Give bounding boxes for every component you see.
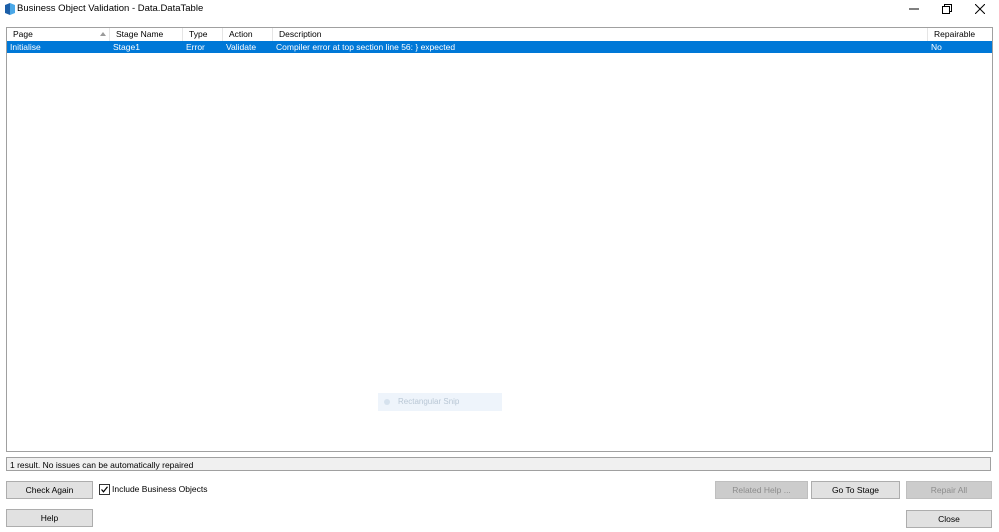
status-bar: 1 result. No issues can be automatically… xyxy=(6,457,991,471)
app-logo-icon xyxy=(4,3,16,15)
rectangular-snip-overlay: Rectangular Snip xyxy=(378,393,502,411)
go-to-stage-button[interactable]: Go To Stage xyxy=(811,481,900,499)
minimize-icon xyxy=(909,8,919,10)
cell-stage-name: Stage1 xyxy=(113,42,140,52)
restore-icon xyxy=(942,4,952,14)
close-window-button[interactable] xyxy=(963,0,997,18)
cell-type: Error xyxy=(186,42,205,52)
column-header-repairable[interactable]: Repairable xyxy=(928,28,992,41)
include-business-objects-checkbox[interactable] xyxy=(99,484,110,495)
column-header-description[interactable]: Description xyxy=(273,28,928,41)
include-business-objects-label: Include Business Objects xyxy=(112,484,208,494)
snip-label: Rectangular Snip xyxy=(398,397,460,406)
cell-repairable: No xyxy=(931,42,942,52)
checkmark-icon xyxy=(101,486,108,493)
window-title: Business Object Validation - Data.DataTa… xyxy=(17,3,204,14)
sort-ascending-icon xyxy=(100,32,106,36)
column-header-page[interactable]: Page xyxy=(7,28,110,41)
close-icon xyxy=(975,4,985,14)
cell-page: Initialise xyxy=(10,42,41,52)
help-button[interactable]: Help xyxy=(6,509,93,527)
related-help-button[interactable]: Related Help ... xyxy=(715,481,808,499)
table-row[interactable]: Initialise Stage1 Error Validate Compile… xyxy=(7,41,992,53)
restore-button[interactable] xyxy=(930,0,964,18)
check-again-button[interactable]: Check Again xyxy=(6,481,93,499)
validation-results-list[interactable]: Page Stage Name Type Action Description … xyxy=(6,27,993,452)
minimize-button[interactable] xyxy=(897,0,931,18)
snip-icon xyxy=(384,399,390,405)
repair-all-button[interactable]: Repair All xyxy=(906,481,992,499)
cell-description: Compiler error at top section line 56: }… xyxy=(276,42,456,52)
column-header-action[interactable]: Action xyxy=(223,28,273,41)
column-header-type[interactable]: Type xyxy=(183,28,223,41)
column-header-row: Page Stage Name Type Action Description … xyxy=(7,28,992,42)
column-header-stage-name[interactable]: Stage Name xyxy=(110,28,183,41)
title-bar: Business Object Validation - Data.DataTa… xyxy=(0,0,999,18)
cell-action: Validate xyxy=(226,42,257,52)
close-button[interactable]: Close xyxy=(906,510,992,528)
